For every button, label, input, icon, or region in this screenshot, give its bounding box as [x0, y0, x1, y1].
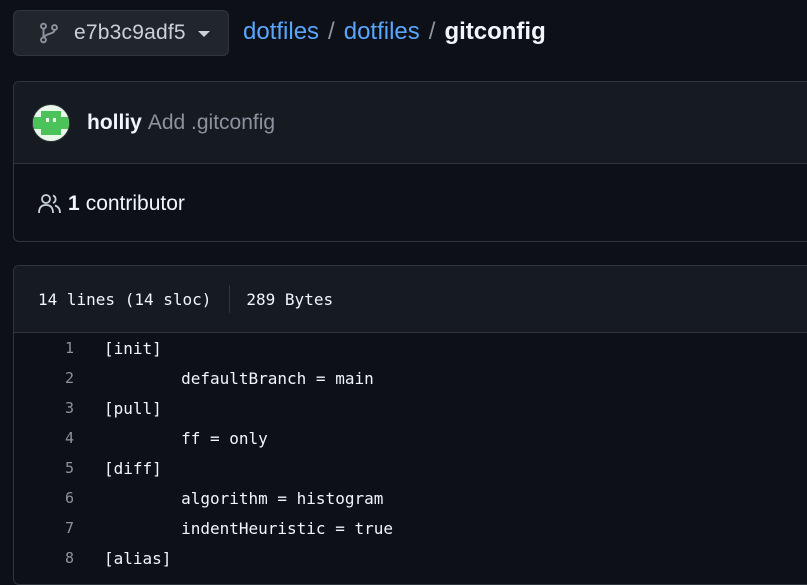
code-line: 8 [alias]	[14, 543, 807, 573]
line-number[interactable]: 2	[14, 369, 74, 387]
breadcrumb-owner-link[interactable]: dotfiles	[243, 18, 319, 46]
code-line: 3 [pull]	[14, 393, 807, 423]
code-line: 1 [init]	[14, 333, 807, 363]
line-number[interactable]: 7	[14, 519, 74, 537]
line-text: algorithm = histogram	[104, 488, 384, 508]
code-listing: 1 [init] 2 defaultBranch = main 3 [pull]…	[14, 333, 807, 573]
file-lines-info: 14 lines (14 sloc)	[38, 289, 212, 309]
branch-label: e7b3c9adf5	[74, 21, 186, 44]
code-line: 7 indentHeuristic = true	[14, 513, 807, 543]
git-branch-icon	[40, 22, 58, 44]
commit-header: holliy Add .gitconfig	[14, 82, 807, 164]
line-text: indentHeuristic = true	[104, 518, 393, 538]
branch-select-button[interactable]: e7b3c9adf5	[13, 10, 229, 56]
chevron-down-icon	[197, 31, 210, 37]
file-info-header: 14 lines (14 sloc) 289 Bytes	[14, 266, 807, 333]
line-number[interactable]: 3	[14, 399, 74, 417]
line-text: [alias]	[104, 548, 172, 568]
code-line: 4 ff = only	[14, 423, 807, 453]
line-number[interactable]: 8	[14, 549, 74, 567]
latest-commit-box: holliy Add .gitconfig 1 contributor	[13, 81, 807, 242]
line-number[interactable]: 6	[14, 489, 74, 507]
line-number[interactable]: 1	[14, 339, 74, 357]
line-number[interactable]: 4	[14, 429, 74, 447]
line-text: [init]	[104, 338, 162, 358]
code-line: 6 algorithm = histogram	[14, 483, 807, 513]
contributors-count: 1	[68, 191, 80, 215]
contributors-label: contributor	[85, 191, 185, 215]
line-text: ff = only	[104, 428, 268, 448]
file-viewer: 14 lines (14 sloc) 289 Bytes 1 [init] 2 …	[13, 265, 807, 585]
commit-author-link[interactable]: holliy	[87, 111, 142, 135]
breadcrumb-repo-link[interactable]: dotfiles	[344, 18, 420, 46]
breadcrumb-separator: /	[328, 18, 335, 45]
line-text: defaultBranch = main	[104, 368, 374, 388]
line-number[interactable]: 5	[14, 459, 74, 477]
avatar[interactable]	[32, 103, 70, 142]
code-line: 5 [diff]	[14, 453, 807, 483]
commit-message-link[interactable]: Add .gitconfig	[148, 111, 275, 135]
divider	[229, 285, 231, 313]
file-size: 289 Bytes	[246, 289, 334, 309]
breadcrumb: dotfiles / dotfiles / gitconfig	[243, 18, 546, 46]
people-icon	[38, 193, 61, 213]
breadcrumb-separator: /	[428, 18, 436, 45]
code-line: 2 defaultBranch = main	[14, 363, 807, 393]
line-text: [pull]	[104, 398, 162, 418]
contributors-link[interactable]: 1 contributor	[14, 164, 807, 243]
line-text: [diff]	[104, 458, 162, 478]
breadcrumb-current-file: gitconfig	[444, 18, 546, 45]
